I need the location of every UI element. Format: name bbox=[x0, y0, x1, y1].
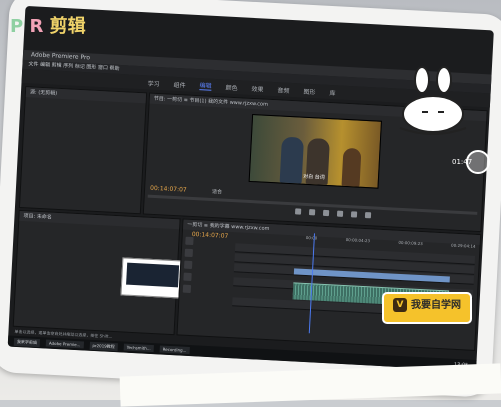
step-forward-icon[interactable] bbox=[350, 211, 358, 218]
thumbnail-image bbox=[126, 262, 180, 288]
ripple-edit-tool-icon[interactable] bbox=[183, 260, 193, 270]
play-icon[interactable] bbox=[336, 210, 344, 217]
brand-letter-r: R bbox=[29, 16, 44, 37]
brand-letter-p: P bbox=[10, 16, 24, 37]
record-time: 01:47 bbox=[452, 158, 473, 166]
tab-effects[interactable]: 效果 bbox=[251, 83, 263, 93]
ruler-tick: 00:29:04:14 bbox=[451, 242, 476, 249]
badge-text: 我要自学网 bbox=[411, 300, 461, 311]
fit-dropdown[interactable]: 适合 bbox=[212, 188, 222, 196]
tab-graphics[interactable]: 图形 bbox=[303, 86, 315, 96]
mark-out-icon[interactable] bbox=[308, 209, 316, 216]
taskbar-item[interactable]: pr2019教程 bbox=[89, 341, 118, 351]
bunny-sticker-icon bbox=[399, 66, 467, 135]
tab-assembly[interactable]: 组件 bbox=[173, 79, 185, 89]
tab-audio[interactable]: 音频 bbox=[277, 85, 289, 95]
taskbar-item[interactable]: Recording... bbox=[159, 345, 190, 355]
source-monitor-panel: 源: (无剪辑) bbox=[18, 86, 148, 215]
tab-editing[interactable]: 编辑 bbox=[199, 80, 212, 91]
ruler-tick: 00:00:09:23 bbox=[398, 239, 423, 247]
tab-libraries[interactable]: 库 bbox=[329, 88, 335, 97]
tablet-device: Adobe Premiere Pro 文件 编辑 剪辑 序列 标记 图形 窗口 … bbox=[0, 0, 501, 398]
project-clip-thumbnail[interactable] bbox=[120, 257, 185, 299]
program-video-frame[interactable]: 对白 台词 bbox=[248, 113, 382, 189]
track-select-tool-icon[interactable] bbox=[184, 248, 194, 258]
watermark-badge: V 我要自学网 bbox=[382, 292, 472, 324]
mark-in-icon[interactable] bbox=[294, 208, 302, 215]
tab-color[interactable]: 颜色 bbox=[225, 82, 237, 92]
taskbar-item[interactable]: 我来学剪辑 bbox=[13, 337, 41, 347]
selection-tool-icon[interactable] bbox=[185, 236, 194, 246]
razor-tool-icon[interactable] bbox=[183, 272, 192, 282]
taskbar-item[interactable]: Adobe Premie... bbox=[45, 339, 84, 349]
step-back-icon[interactable] bbox=[322, 209, 330, 217]
export-frame-icon[interactable] bbox=[364, 212, 372, 219]
brand-chinese: 剪辑 bbox=[49, 16, 86, 37]
pen-tool-icon[interactable] bbox=[182, 284, 192, 294]
source-panel-title[interactable]: 源: (无剪辑) bbox=[25, 87, 147, 104]
ruler-tick: 00:00:04:23 bbox=[345, 237, 371, 244]
ruler-tick: 00:00 bbox=[305, 234, 318, 241]
tab-learn[interactable]: 学习 bbox=[147, 78, 159, 88]
pr-edit-title-overlay: P R 剪辑 bbox=[10, 12, 86, 38]
badge-logo-letter: V bbox=[393, 298, 407, 312]
taskbar-item[interactable]: Techsmith... bbox=[123, 343, 154, 353]
